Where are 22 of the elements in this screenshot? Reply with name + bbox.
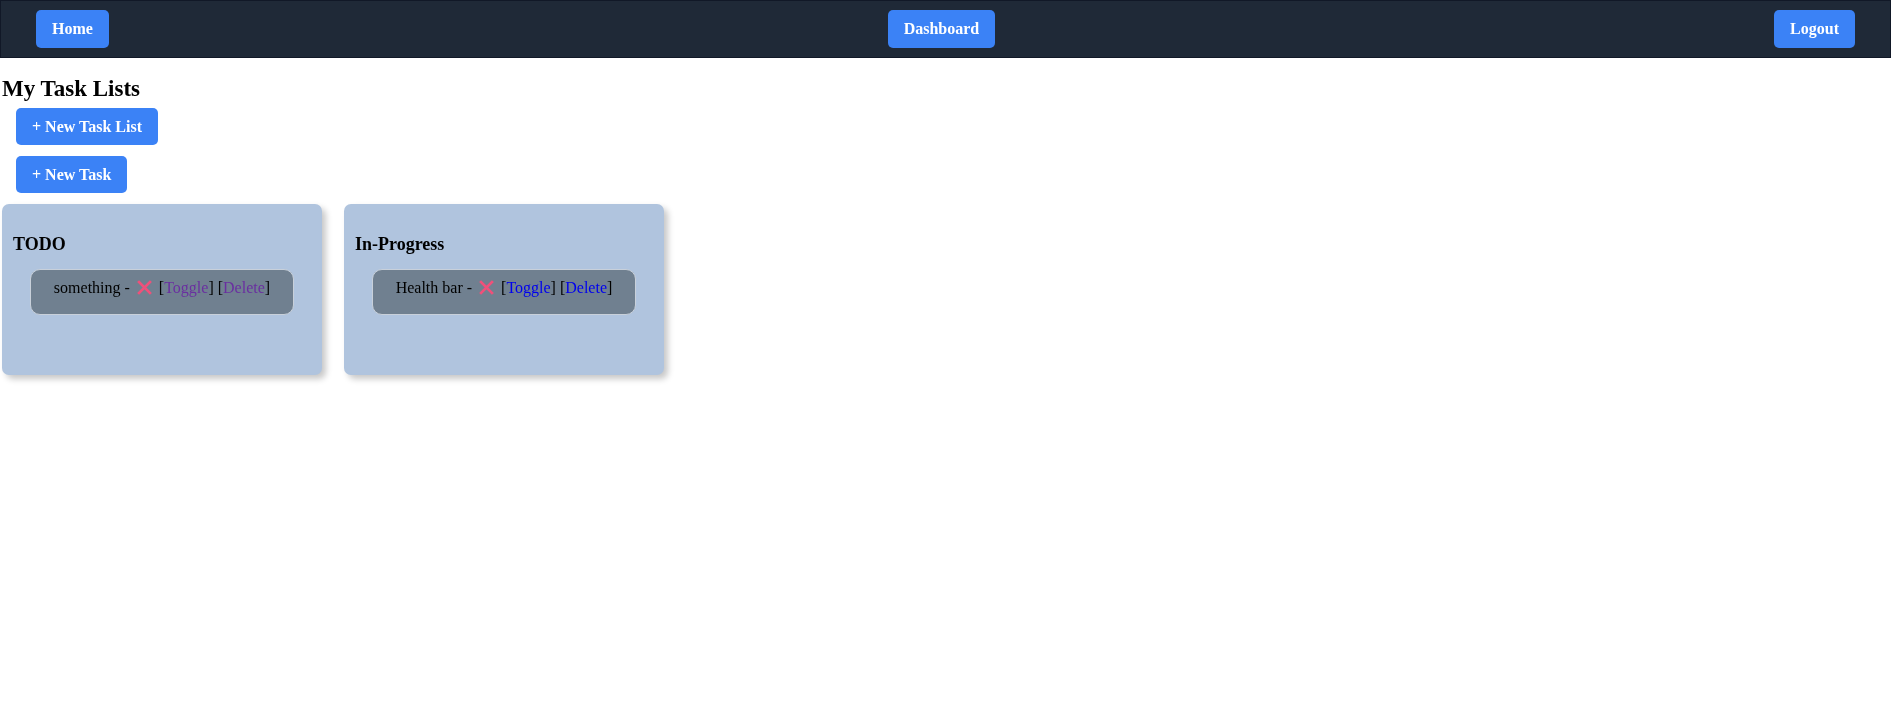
page-heading: My Task Lists [2, 76, 142, 102]
task-link[interactable]: Toggle [506, 278, 551, 298]
bracket-text: [ [501, 278, 507, 296]
list-title: In-Progress [355, 234, 446, 255]
bracket-text: [ [217, 278, 224, 298]
bracket-text: ] [208, 278, 214, 296]
task-text: something - [53, 278, 130, 298]
task-link[interactable]: Delete [223, 278, 265, 298]
task-link[interactable]: Toggle [164, 278, 209, 298]
task-link[interactable]: Delete [565, 278, 607, 298]
bracket-text: [ [559, 278, 566, 298]
bracket-text: ] [550, 278, 556, 296]
dashboard-button[interactable]: Dashboard [887, 10, 996, 48]
bracket-text: ] [264, 278, 271, 298]
new-task-list-button[interactable]: + New Task List [16, 108, 159, 145]
list-title: TODO [13, 234, 67, 255]
bracket-text: [ [158, 278, 165, 296]
task-text: Health bar - [395, 278, 473, 298]
logout-button[interactable]: Logout [1774, 10, 1855, 48]
home-button[interactable]: Home [36, 10, 109, 48]
bracket-text: ] [607, 278, 613, 298]
new-task-button[interactable]: + New Task [16, 156, 128, 193]
